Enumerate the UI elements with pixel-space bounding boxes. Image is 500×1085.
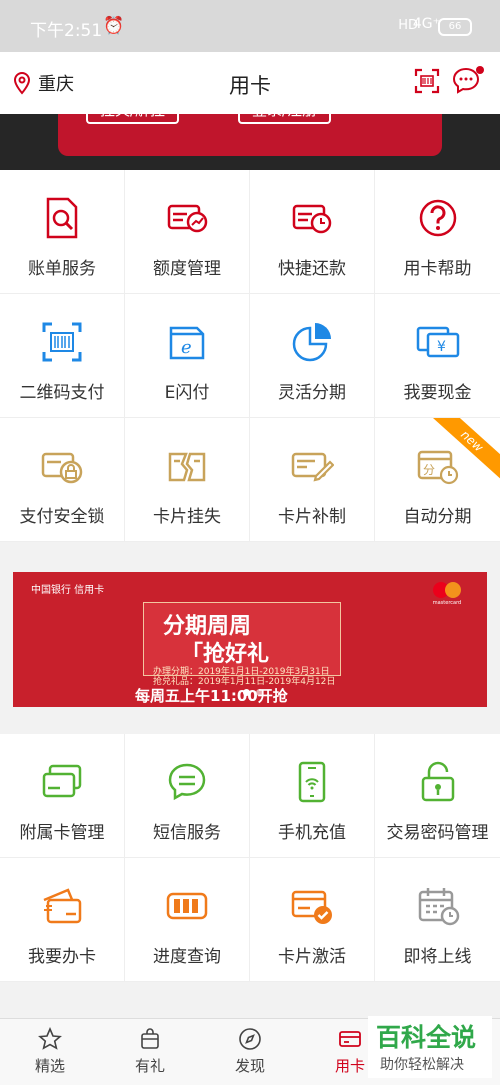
grid-item-progress-query[interactable]: 进度查询	[125, 858, 250, 982]
status-time: 下午2:51	[30, 21, 103, 41]
grid-item-qr-pay[interactable]: 二维码支付	[0, 294, 125, 418]
bill-search-icon	[46, 197, 78, 239]
status-bar: 下午2:51 ⏰ HD 4G⁺ 66	[0, 0, 500, 52]
svg-text:e: e	[181, 337, 192, 358]
promo-footer: 每周五上午11:00开抢	[135, 687, 288, 705]
tab-featured[interactable]: 精选	[10, 1027, 90, 1076]
grid-item-sms-service[interactable]: 短信服务	[125, 734, 250, 858]
grid-item-label: 账单服务	[28, 259, 96, 279]
watermark-subtitle: 助你轻松解决	[380, 1057, 464, 1073]
card-icon	[339, 1031, 361, 1047]
mastercard-logo: mastercard	[433, 582, 461, 606]
credit-limit-icon	[167, 204, 208, 233]
grid-item-coming-soon[interactable]: 即将上线	[375, 858, 500, 982]
quick-repay-icon	[292, 204, 332, 234]
svg-text:¥: ¥	[437, 339, 446, 355]
grid-item-label: 支付安全锁	[19, 507, 105, 527]
login-register-button[interactable]: 登录/注册	[238, 114, 332, 124]
phone-topup-icon	[298, 761, 326, 803]
card-reissue-icon	[291, 452, 334, 482]
grid-item-label: 自动分期	[403, 507, 472, 527]
apply-card-icon	[43, 888, 82, 924]
alarm-icon: ⏰	[103, 16, 125, 36]
grid-item-transaction-password[interactable]: 交易密码管理	[375, 734, 500, 858]
report-loss-button[interactable]: 挂失/解挂	[86, 114, 180, 124]
grid-item-phone-topup[interactable]: 手机充值	[250, 734, 375, 858]
tab-label: 有礼	[134, 1057, 165, 1075]
watermark: 百科全说 助你轻松解决	[368, 1016, 492, 1078]
bank-logo-text: 中国银行 信用卡	[31, 585, 105, 596]
grid-item-flexible-installment[interactable]: 灵活分期	[250, 294, 375, 418]
svg-text:分: 分	[423, 463, 435, 477]
grid-item-label: 附属卡管理	[19, 823, 105, 843]
grid-item-e-pay[interactable]: e E闪付	[125, 294, 250, 418]
tab-discover[interactable]: 发现	[210, 1027, 290, 1076]
top-bar: 重庆 用卡	[0, 52, 500, 114]
pie-chart-icon	[292, 323, 331, 362]
grid-item-label: 额度管理	[153, 259, 221, 279]
grid-item-label: 灵活分期	[278, 383, 346, 403]
tab-gifts[interactable]: 有礼	[110, 1027, 190, 1076]
grid-item-label: 手机充值	[278, 823, 346, 843]
grid-item-label: 我要办卡	[28, 947, 96, 967]
grid-item-bill-service[interactable]: 账单服务	[0, 170, 125, 294]
tab-label: 发现	[234, 1057, 265, 1075]
service-grid-secondary: 附属卡管理 短信服务 手机充值 交易密码管理 我要办卡 进度查询 卡片激活 即将…	[0, 734, 500, 982]
star-icon	[38, 1027, 62, 1050]
grid-item-label: E闪付	[164, 383, 210, 403]
grid-item-payment-lock[interactable]: 支付安全锁	[0, 418, 125, 542]
grid-item-label: 短信服务	[153, 823, 221, 843]
compass-icon	[239, 1028, 261, 1050]
cash-icon: ¥	[416, 326, 459, 358]
watermark-title: 百科全说	[376, 1023, 477, 1052]
battery-icon: 66	[438, 18, 472, 36]
grid-item-supplementary-card[interactable]: 附属卡管理	[0, 734, 125, 858]
grid-item-label: 快捷还款	[278, 259, 346, 279]
card-header-band: 挂失/解挂 登录/注册	[0, 114, 500, 170]
pagination-dot	[256, 689, 263, 696]
progress-icon	[166, 892, 208, 920]
grid-item-label: 即将上线	[403, 947, 472, 967]
credit-card-area: 挂失/解挂 登录/注册	[58, 114, 442, 156]
qr-scan-icon	[42, 322, 82, 362]
service-grid-primary: 账单服务 额度管理 快捷还款 用卡帮助 二维码支付 e E闪付 灵活分期 ¥ 我…	[0, 170, 500, 542]
grid-item-auto-installment[interactable]: new 分 自动分期	[375, 418, 500, 542]
pagination-dot	[243, 689, 250, 696]
grid-item-apply-card[interactable]: 我要办卡	[0, 858, 125, 982]
grid-item-label: 交易密码管理	[386, 823, 489, 843]
sms-icon	[168, 763, 206, 801]
grid-item-card-activation[interactable]: 卡片激活	[250, 858, 375, 982]
calendar-clock-icon	[418, 888, 459, 926]
grid-item-label: 卡片激活	[278, 947, 346, 967]
password-lock-icon	[421, 761, 454, 802]
mastercard-label: mastercard	[433, 600, 461, 606]
grid-item-quick-repay[interactable]: 快捷还款	[250, 170, 375, 294]
promo-banner[interactable]: 中国银行 信用卡 mastercard 分期周周 「抢好礼 办理分期：2019年…	[13, 572, 487, 707]
grid-item-credit-limit[interactable]: 额度管理	[125, 170, 250, 294]
grid-item-card-reissue[interactable]: 卡片补制	[250, 418, 375, 542]
grid-item-report-loss[interactable]: 卡片挂失	[125, 418, 250, 542]
grid-item-card-help[interactable]: 用卡帮助	[375, 170, 500, 294]
grid-item-label: 我要现金	[403, 383, 472, 403]
grid-item-label: 卡片挂失	[153, 507, 221, 527]
supplementary-card-icon	[42, 764, 82, 798]
scan-icon[interactable]	[414, 68, 440, 94]
security-lock-icon	[41, 452, 83, 484]
tab-label: 用卡	[334, 1057, 365, 1075]
auto-installment-icon: 分	[417, 450, 458, 485]
gift-bag-icon	[141, 1028, 159, 1049]
grid-item-label: 卡片补制	[278, 507, 346, 527]
grid-item-label: 二维码支付	[19, 383, 105, 403]
tab-label: 精选	[34, 1057, 65, 1075]
e-pay-icon: e	[169, 326, 205, 360]
help-icon	[419, 199, 456, 237]
grid-item-cash[interactable]: ¥ 我要现金	[375, 294, 500, 418]
network-type: 4G⁺	[412, 16, 440, 32]
banner-pagination	[243, 689, 263, 696]
card-lost-icon	[168, 452, 206, 482]
card-activate-icon	[291, 890, 332, 924]
grid-item-label: 进度查询	[153, 947, 221, 967]
unread-dot	[476, 66, 484, 74]
grid-item-label: 用卡帮助	[403, 259, 472, 279]
